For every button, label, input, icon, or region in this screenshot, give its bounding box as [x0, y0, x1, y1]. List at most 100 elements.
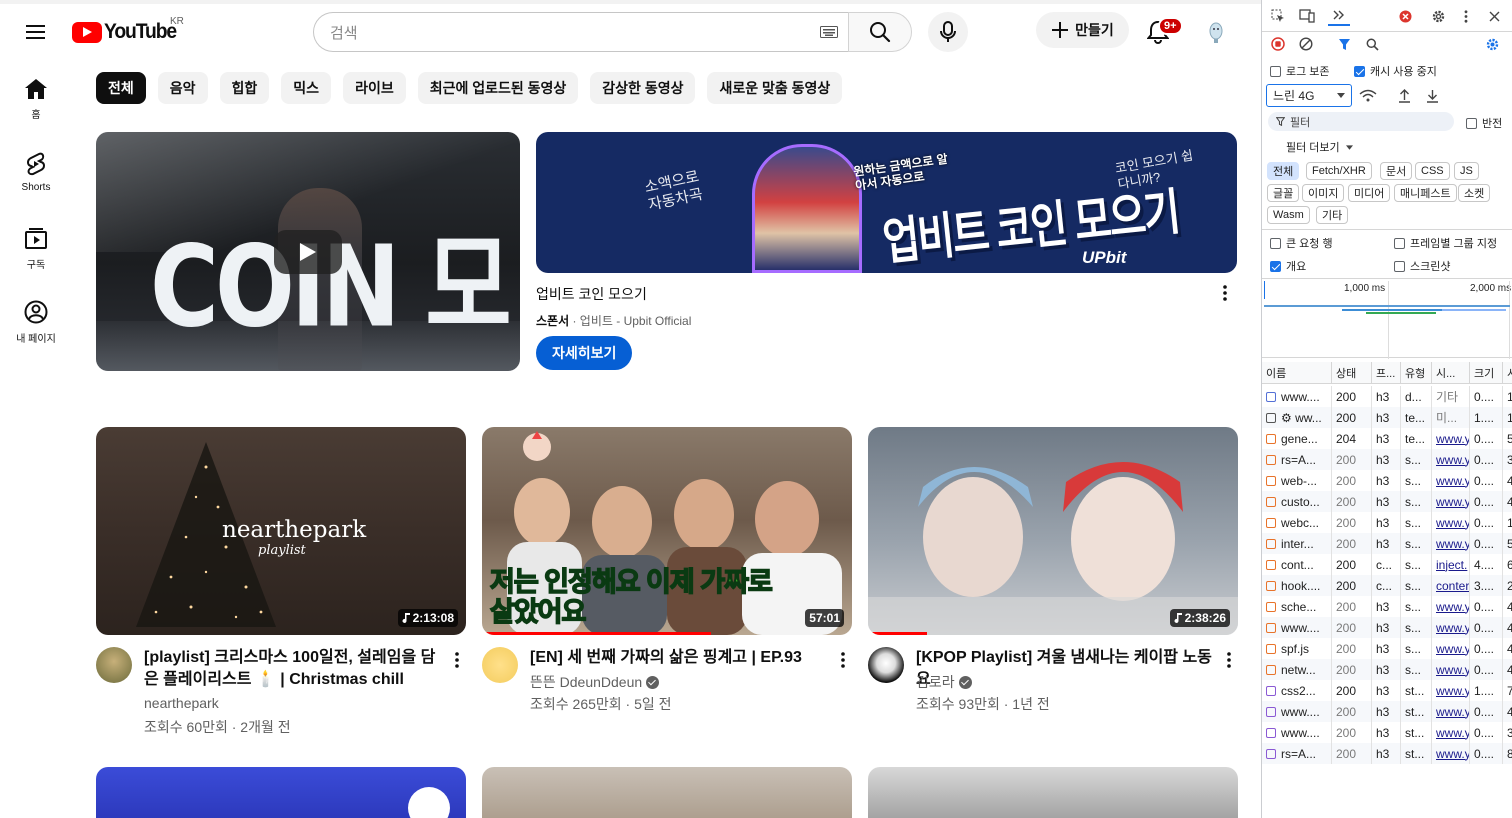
table-row[interactable]: hook.... 200 c... s... conter 3.... 2	[1262, 575, 1512, 596]
device-toolbar-button[interactable]	[1298, 8, 1316, 24]
keyboard-icon[interactable]	[820, 26, 838, 38]
notifications-button[interactable]: 9+	[1138, 14, 1183, 50]
table-row[interactable]: webc... 200 h3 s... www.y 0.... 1.	[1262, 512, 1512, 533]
channel-avatar[interactable]	[868, 647, 904, 683]
table-row[interactable]: netw... 200 h3 s... www.y 0.... 4	[1262, 659, 1512, 680]
column-status[interactable]: 상태	[1332, 362, 1372, 384]
throttling-select[interactable]: 느린 4G	[1266, 84, 1352, 107]
table-row[interactable]: www.... 200 h3 s... www.y 0.... 4	[1262, 617, 1512, 638]
type-filter-fetch-xhr[interactable]: Fetch/XHR	[1306, 162, 1372, 180]
type-filter-wasm[interactable]: Wasm	[1267, 206, 1310, 224]
guide-item-home[interactable]: 홈	[4, 64, 68, 138]
column-time[interactable]: 시	[1503, 362, 1512, 384]
video-card[interactable]: 2:38:26 [KPOP Playlist] 겨울 냄새나는 케이팝 노동요 …	[868, 427, 1238, 712]
video-thumbnail-partial[interactable]	[482, 767, 852, 818]
chip-recently-uploaded[interactable]: 최근에 업로드된 동영상	[417, 72, 579, 104]
video-thumbnail[interactable]: nearthepark playlist 2:13:08	[96, 427, 466, 635]
ad-video-player[interactable]: COIN 모으기	[96, 132, 520, 371]
guide-menu-button[interactable]	[20, 16, 52, 48]
channel-name[interactable]: 김로라	[916, 672, 972, 692]
type-filter-font[interactable]: 글꼴	[1267, 184, 1300, 202]
column-type[interactable]: 유형	[1401, 362, 1432, 384]
table-row[interactable]: www.... 200 h3 st... www.y 0.... 3	[1262, 722, 1512, 743]
channel-name[interactable]: 뜬뜬 DdeunDdeun	[530, 672, 660, 692]
big-request-rows-checkbox[interactable]: 큰 요청 행	[1270, 235, 1333, 251]
devtools-menu-button[interactable]	[1460, 8, 1472, 24]
inspect-element-button[interactable]	[1270, 8, 1286, 24]
ad-banner[interactable]: 소액으로 자동차곡 원하는 금액으로 알아서 자동으로 업비트 코인 모으기 코…	[536, 132, 1237, 273]
table-row[interactable]: css2... 200 h3 st... www.y 1.... 7	[1262, 680, 1512, 701]
chip-hiphop[interactable]: 힙합	[219, 72, 270, 104]
table-row[interactable]: spf.js 200 h3 s... www.y 0.... 4	[1262, 638, 1512, 659]
search-network-button[interactable]	[1364, 36, 1380, 52]
table-row[interactable]: www.... 200 h3 d... 기타 0.... 1.	[1262, 386, 1512, 407]
record-button[interactable]	[1270, 36, 1286, 52]
type-filter-other[interactable]: 기타	[1316, 206, 1349, 224]
video-thumbnail[interactable]: 저는 인정해요 이제 가짜로 살았어요 57:01	[482, 427, 852, 635]
channel-avatar[interactable]	[482, 647, 518, 683]
video-thumbnail-partial[interactable]	[96, 767, 466, 818]
clear-button[interactable]	[1298, 36, 1314, 52]
column-protocol[interactable]: 프...	[1372, 362, 1401, 384]
column-initiator[interactable]: 시...	[1432, 362, 1470, 384]
guide-item-subscriptions[interactable]: 구독	[4, 212, 68, 286]
group-by-frame-checkbox[interactable]: 프레임별 그룹 지정	[1394, 235, 1497, 251]
close-devtools-button[interactable]	[1486, 8, 1502, 24]
type-filter-manifest[interactable]: 매니페스트	[1394, 184, 1457, 202]
table-row[interactable]: cont... 200 c... s... inject. 4.... 6	[1262, 554, 1512, 575]
video-thumbnail[interactable]: 2:38:26	[868, 427, 1238, 635]
errors-indicator[interactable]	[1398, 9, 1412, 23]
ad-more-button[interactable]	[1214, 282, 1236, 304]
type-filter-media[interactable]: 미디어	[1348, 184, 1391, 202]
type-filter-all[interactable]: 전체	[1267, 162, 1300, 180]
import-har-button[interactable]	[1396, 87, 1412, 105]
ad-title[interactable]: 업비트 코인 모으기	[536, 284, 647, 304]
network-overview-timeline[interactable]: 1,000 ms 2,000 ms	[1262, 278, 1512, 359]
table-row[interactable]: gene... 204 h3 te... www.y 0.... 5	[1262, 428, 1512, 449]
column-size[interactable]: 크기	[1470, 362, 1503, 384]
export-har-button[interactable]	[1424, 87, 1440, 105]
chip-mix[interactable]: 믹스	[281, 72, 332, 104]
type-filter-doc[interactable]: 문서	[1380, 162, 1413, 180]
type-filter-img[interactable]: 이미지	[1302, 184, 1345, 202]
video-card[interactable]: 저는 인정해요 이제 가짜로 살았어요 57:01 [EN] 세 번째 가짜의 …	[482, 427, 852, 712]
filter-toggle-button[interactable]	[1336, 36, 1352, 52]
devtools-settings-button[interactable]	[1430, 8, 1446, 24]
table-row[interactable]: web-... 200 h3 s... www.y 0.... 4	[1262, 470, 1512, 491]
create-button[interactable]: 만들기	[1036, 12, 1129, 48]
guide-item-shorts[interactable]: Shorts	[4, 138, 68, 212]
video-more-button[interactable]	[1218, 649, 1240, 671]
table-row[interactable]: sche... 200 h3 s... www.y 0.... 4	[1262, 596, 1512, 617]
more-tabs-button[interactable]	[1328, 6, 1350, 26]
network-settings-button[interactable]	[1484, 36, 1500, 52]
video-more-button[interactable]	[446, 649, 468, 671]
video-title[interactable]: [EN] 세 번째 가짜의 삶은 핑계고 | EP.93	[530, 647, 828, 669]
chip-all[interactable]: 전체	[96, 72, 146, 104]
table-row[interactable]: rs=A... 200 h3 s... www.y 0.... 3	[1262, 449, 1512, 470]
overview-checkbox[interactable]: 개요	[1270, 258, 1306, 274]
screenshots-checkbox[interactable]: 스크린샷	[1394, 258, 1450, 274]
youtube-logo[interactable]: YouTube KR	[72, 16, 184, 44]
filter-input[interactable]: 필터	[1268, 112, 1454, 131]
video-card[interactable]: nearthepark playlist 2:13:08 [playlist] …	[96, 427, 466, 735]
video-thumbnail-partial[interactable]	[868, 767, 1238, 818]
preserve-log-checkbox[interactable]: 로그 보존	[1270, 63, 1330, 79]
chip-new-to-you[interactable]: 새로운 맞춤 동영상	[707, 72, 843, 104]
account-avatar[interactable]	[1200, 16, 1232, 48]
type-filter-js[interactable]: JS	[1454, 162, 1479, 180]
table-row[interactable]: rs=A... 200 h3 st... www.y 0.... 8	[1262, 743, 1512, 764]
search-input[interactable]: 검색	[313, 12, 848, 52]
chip-watched[interactable]: 감상한 동영상	[590, 72, 696, 104]
table-row[interactable]: inter... 200 h3 s... www.y 0.... 5	[1262, 533, 1512, 554]
channel-avatar[interactable]	[96, 647, 132, 683]
more-filters-dropdown[interactable]: 필터 더보기	[1286, 139, 1353, 155]
channel-name[interactable]: nearthepark	[144, 695, 219, 711]
ad-play-button[interactable]	[274, 230, 342, 274]
ad-cta-button[interactable]: 자세히보기	[536, 336, 633, 370]
column-name[interactable]: 이름	[1262, 362, 1332, 384]
type-filter-socket[interactable]: 소켓	[1458, 184, 1491, 202]
table-row[interactable]: custo... 200 h3 s... www.y 0.... 4	[1262, 491, 1512, 512]
voice-search-button[interactable]	[928, 12, 968, 52]
type-filter-css[interactable]: CSS	[1415, 162, 1450, 180]
video-title[interactable]: [playlist] 크리스마스 100일전, 설레임을 담은 플레이리스트 🕯…	[144, 647, 442, 691]
